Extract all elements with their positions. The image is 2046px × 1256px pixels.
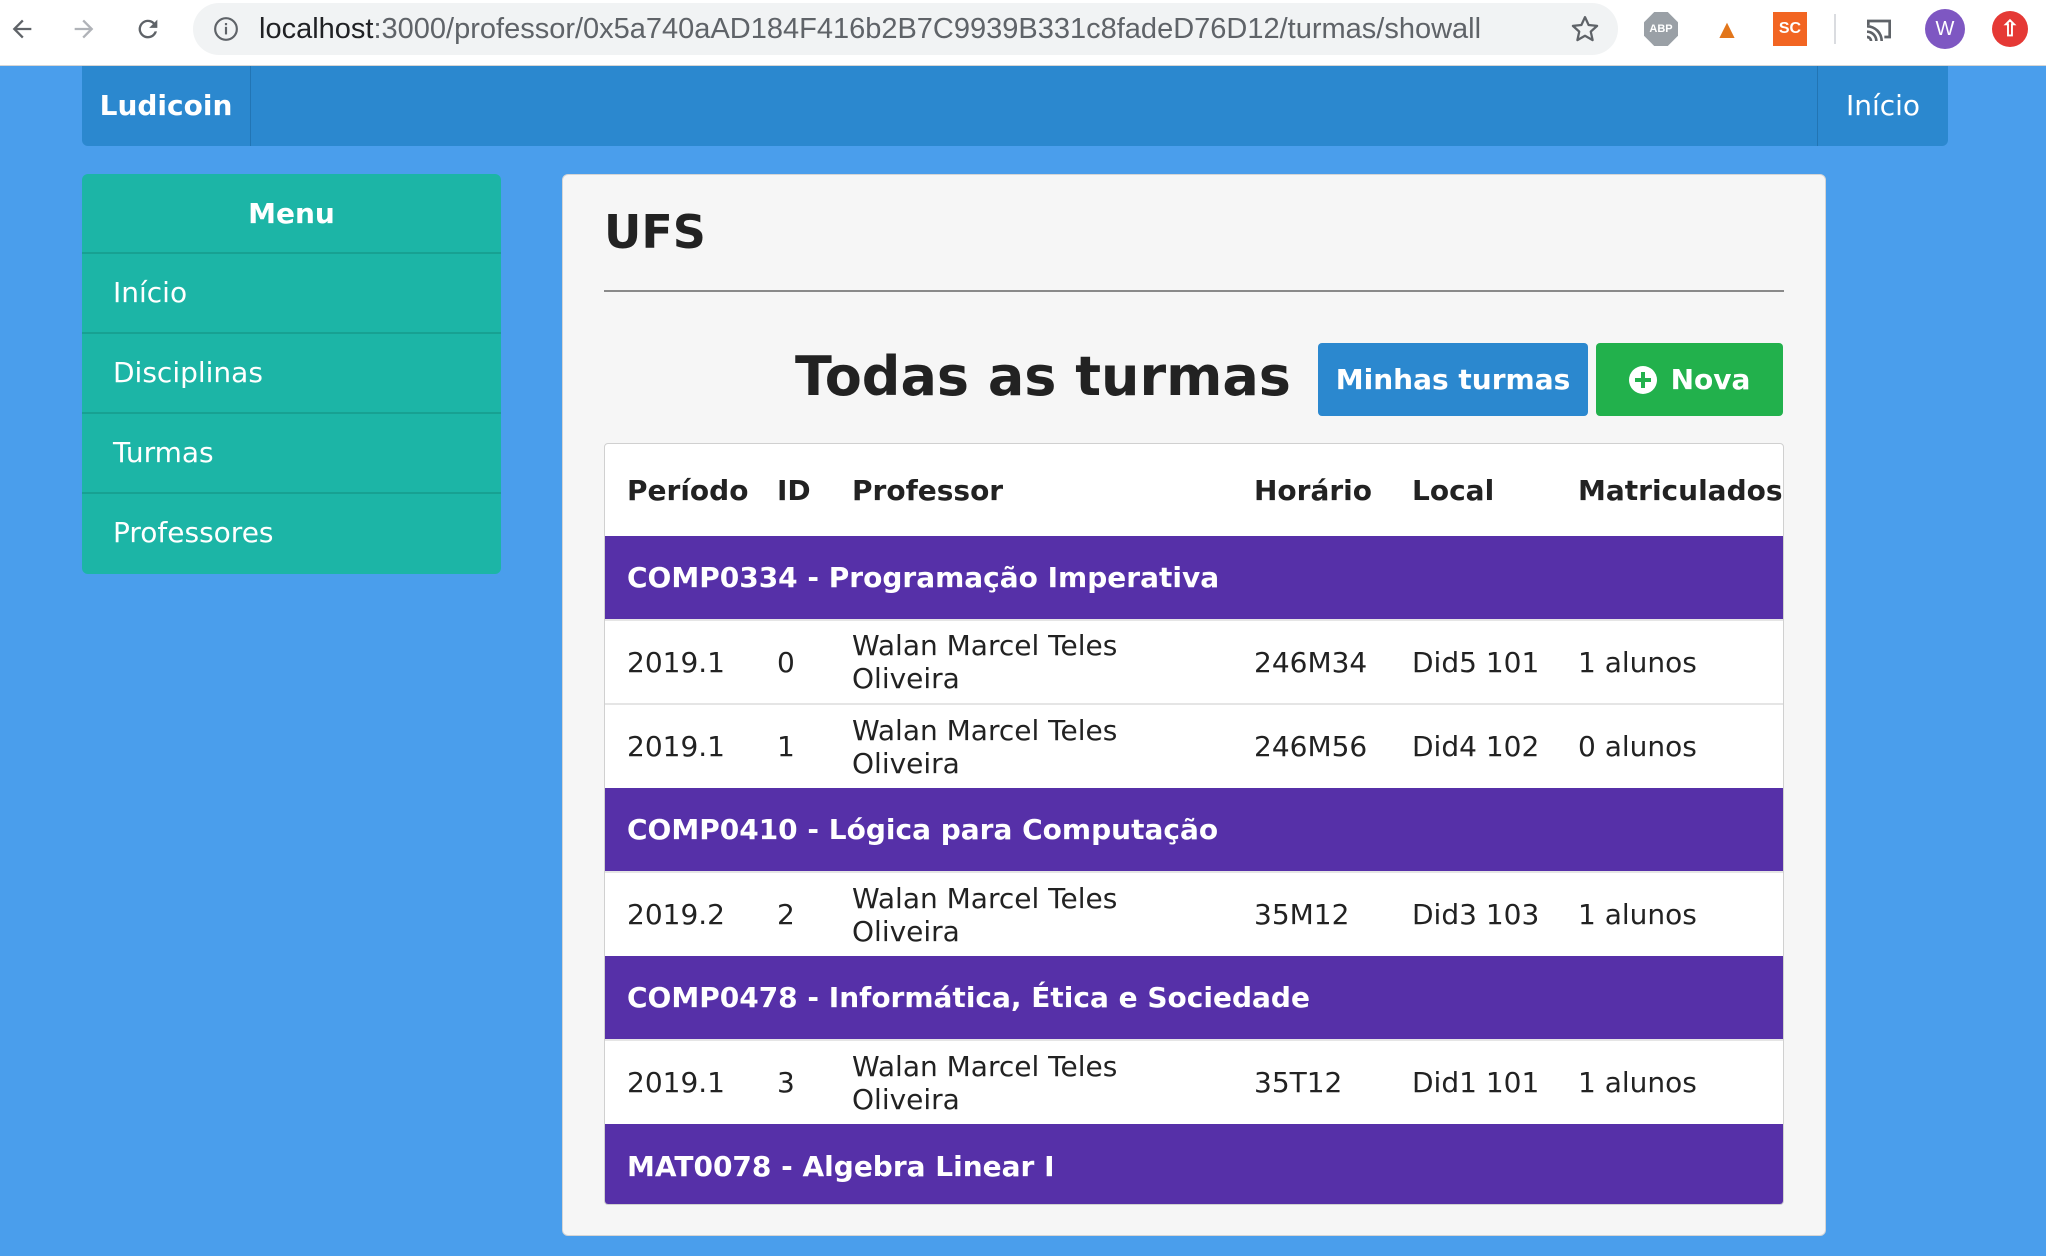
col-header-periodo[interactable]: Período: [605, 444, 755, 536]
cell-horario: 35T12: [1232, 1039, 1390, 1124]
metamask-fox-icon[interactable]: ▲: [1710, 12, 1744, 46]
arrow-left-icon: [12, 19, 32, 39]
reload-icon: [138, 19, 158, 39]
discipline-group-row: MAT0078 - Algebra Linear I: [605, 1124, 1783, 1204]
cell-id: 0: [755, 619, 830, 704]
sidebar-title: Menu: [82, 174, 501, 254]
discipline-name: COMP0410 - Lógica para Computação: [605, 788, 1783, 872]
url-text: localhost:3000/professor/0x5a740aAD184F4…: [259, 3, 1481, 55]
cell-professor: Walan Marcel Teles Oliveira: [830, 703, 1232, 788]
plus-circle-icon: [1628, 365, 1657, 394]
table-row[interactable]: 2019.1 0 Walan Marcel Teles Oliveira 246…: [605, 619, 1783, 704]
discipline-name: COMP0334 - Programação Imperativa: [605, 536, 1783, 620]
url-host: localhost: [259, 13, 374, 45]
sidebar-item-turmas[interactable]: Turmas: [82, 414, 501, 494]
cast-icon[interactable]: [1862, 12, 1896, 46]
cell-local: Did5 101: [1390, 619, 1556, 704]
cell-matriculados: 1 alunos: [1556, 1039, 1783, 1124]
cell-id: 2: [755, 871, 830, 956]
cell-local: Did1 101: [1390, 1039, 1556, 1124]
browser-toolbar: localhost:3000/professor/0x5a740aAD184F4…: [0, 0, 2046, 66]
cell-id: 3: [755, 1039, 830, 1124]
table-row[interactable]: 2019.1 1 Walan Marcel Teles Oliveira 246…: [605, 703, 1783, 788]
cell-periodo: 2019.2: [605, 871, 755, 956]
info-icon[interactable]: [213, 16, 239, 42]
toolbar-divider: [1834, 14, 1836, 44]
arrow-right-icon: [74, 19, 94, 39]
app-navbar: Ludicoin Início: [82, 66, 1948, 146]
turmas-table: Período ID Professor Horário Local Matri…: [604, 443, 1784, 1205]
cell-horario: 246M56: [1232, 703, 1390, 788]
back-button[interactable]: [2, 9, 42, 49]
table-row[interactable]: 2019.2 2 Walan Marcel Teles Oliveira 35M…: [605, 871, 1783, 956]
cell-periodo: 2019.1: [605, 619, 755, 704]
page-title: UFS: [604, 205, 706, 259]
brand-link[interactable]: Ludicoin: [82, 66, 251, 146]
table-header-row: Período ID Professor Horário Local Matri…: [605, 444, 1783, 536]
col-header-matriculados[interactable]: Matriculados: [1556, 444, 1783, 536]
main-panel: UFS Todas as turmas Minhas turmas Nova P…: [562, 174, 1826, 1236]
cell-matriculados: 1 alunos: [1556, 871, 1783, 956]
cell-periodo: 2019.1: [605, 703, 755, 788]
adblock-icon[interactable]: ABP: [1644, 12, 1678, 46]
col-header-local[interactable]: Local: [1390, 444, 1556, 536]
sidebar-item-inicio[interactable]: Início: [82, 254, 501, 334]
star-icon[interactable]: [1570, 14, 1600, 44]
cell-periodo: 2019.1: [605, 1039, 755, 1124]
cell-local: Did4 102: [1390, 703, 1556, 788]
discipline-name: MAT0078 - Algebra Linear I: [605, 1124, 1783, 1204]
cell-local: Did3 103: [1390, 871, 1556, 956]
nova-button-label: Nova: [1670, 363, 1751, 396]
update-arrow-icon[interactable]: ⇧: [1992, 11, 2028, 47]
reload-button[interactable]: [128, 9, 168, 49]
cell-professor: Walan Marcel Teles Oliveira: [830, 619, 1232, 704]
cell-professor: Walan Marcel Teles Oliveira: [830, 1039, 1232, 1124]
discipline-group-row: COMP0334 - Programação Imperativa: [605, 536, 1783, 620]
nav-home-link[interactable]: Início: [1817, 66, 1948, 146]
address-bar[interactable]: localhost:3000/professor/0x5a740aAD184F4…: [193, 3, 1618, 55]
section-title: Todas as turmas: [795, 345, 1291, 408]
col-header-horario[interactable]: Horário: [1232, 444, 1390, 536]
nova-turma-button[interactable]: Nova: [1596, 343, 1783, 416]
cell-matriculados: 1 alunos: [1556, 619, 1783, 704]
cell-horario: 246M34: [1232, 619, 1390, 704]
discipline-group-row: COMP0410 - Lógica para Computação: [605, 788, 1783, 872]
url-path: :3000/professor/0x5a740aAD184F416b2B7C99…: [373, 13, 1482, 45]
minhas-turmas-button[interactable]: Minhas turmas: [1318, 343, 1588, 416]
sidebar-item-professores[interactable]: Professores: [82, 494, 501, 574]
sidebar-item-disciplinas[interactable]: Disciplinas: [82, 334, 501, 414]
cell-id: 1: [755, 703, 830, 788]
table-row[interactable]: 2019.1 3 Walan Marcel Teles Oliveira 35T…: [605, 1039, 1783, 1124]
cell-professor: Walan Marcel Teles Oliveira: [830, 871, 1232, 956]
col-header-id[interactable]: ID: [755, 444, 830, 536]
discipline-name: COMP0478 - Informática, Ética e Sociedad…: [605, 956, 1783, 1040]
title-divider: [604, 290, 1784, 292]
forward-button[interactable]: [64, 9, 104, 49]
discipline-group-row: COMP0478 - Informática, Ética e Sociedad…: [605, 956, 1783, 1040]
sc-extension-icon[interactable]: SC: [1773, 12, 1807, 46]
cell-horario: 35M12: [1232, 871, 1390, 956]
profile-avatar[interactable]: W: [1925, 9, 1965, 49]
sidebar-menu: Menu Início Disciplinas Turmas Professor…: [82, 174, 501, 574]
col-header-professor[interactable]: Professor: [830, 444, 1232, 536]
cell-matriculados: 0 alunos: [1556, 703, 1783, 788]
